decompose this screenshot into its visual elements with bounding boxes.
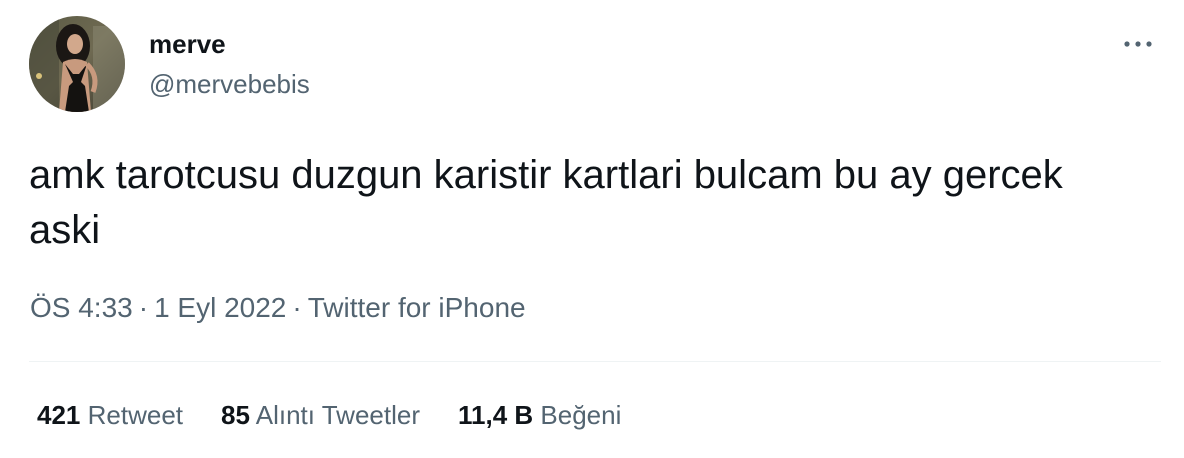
quotes-count: 85 — [221, 400, 250, 430]
tweet-source[interactable]: Twitter for iPhone — [308, 292, 526, 323]
tweet-meta: ÖS 4:33 · 1 Eyl 2022 · Twitter for iPhone — [30, 290, 526, 326]
avatar[interactable] — [29, 16, 125, 112]
tweet-time[interactable]: ÖS 4:33 — [30, 292, 133, 323]
likes-stat[interactable]: 11,4 B Beğeni — [458, 398, 621, 432]
tweet-text: amk tarotcusu duzgun karistir kartlari b… — [29, 153, 1063, 252]
user-handle[interactable]: @mervebebis — [149, 68, 310, 100]
quotes-stat[interactable]: 85 Alıntı Tweetler — [221, 398, 420, 432]
likes-label: Beğeni — [540, 400, 622, 430]
retweets-count: 421 — [37, 400, 81, 430]
tweet-date[interactable]: 1 Eyl 2022 — [154, 292, 286, 323]
meta-separator: · — [138, 292, 149, 323]
avatar-photo — [29, 16, 125, 112]
likes-count: 11,4 B — [458, 400, 534, 430]
tweet-stats: 421 Retweet 85 Alıntı Tweetler 11,4 B Be… — [37, 398, 621, 432]
more-horizontal-icon — [1124, 41, 1152, 47]
retweets-stat[interactable]: 421 Retweet — [37, 398, 183, 432]
tweet-card: merve @mervebebis amk tarotcusu duzgun k… — [0, 0, 1184, 458]
retweets-label: Retweet — [87, 400, 184, 430]
quotes-label: Alıntı Tweetler — [255, 400, 420, 430]
meta-separator: · — [292, 292, 302, 323]
divider — [29, 361, 1161, 362]
more-options-button[interactable] — [1118, 26, 1158, 62]
display-name[interactable]: merve — [149, 28, 226, 60]
